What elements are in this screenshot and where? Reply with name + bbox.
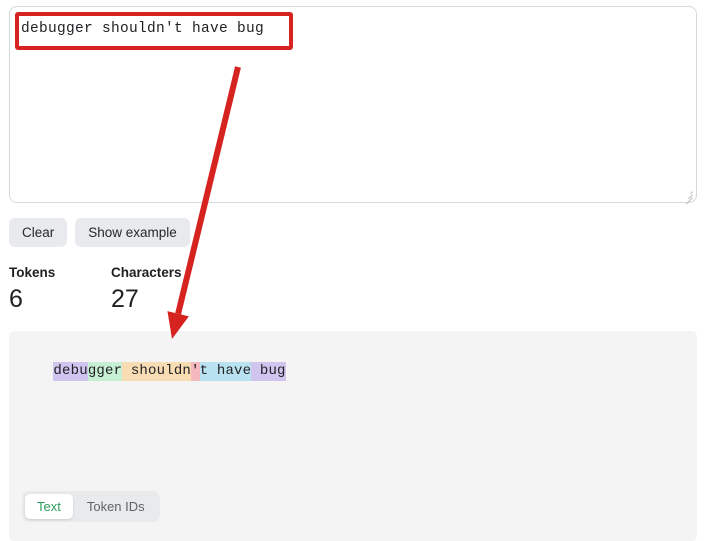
stat-tokens-label: Tokens [9,265,56,280]
stats-row: Tokens 6 Characters 27 [9,264,213,314]
prompt-textarea[interactable]: debugger shouldn't have bug [9,6,697,205]
token-chip: shouldn [122,362,192,381]
action-button-row: Clear Show example [9,218,190,247]
prompt-textarea-value: debugger shouldn't have bug [21,21,265,37]
tab-token-ids[interactable]: Token IDs [75,494,157,519]
token-chip: debu [53,362,88,381]
token-chip: bug [251,362,286,381]
token-visualization: debugger shouldn't have bug [19,343,286,400]
stat-tokens-value: 6 [9,285,23,313]
tab-text[interactable]: Text [25,494,73,519]
clear-button[interactable]: Clear [9,218,68,247]
stat-characters-value: 27 [111,285,139,313]
stat-characters-label: Characters [111,265,182,280]
show-example-button[interactable]: Show example [75,218,190,247]
output-view-tabs: Text Token IDs [22,491,160,522]
stat-characters: Characters 27 [111,264,213,314]
token-chip: gger [87,362,123,381]
textarea-resize-handle[interactable] [681,187,694,205]
stat-tokens: Tokens 6 [9,264,111,314]
token-chip: t have [199,362,252,381]
token-chip: ' [191,362,200,381]
